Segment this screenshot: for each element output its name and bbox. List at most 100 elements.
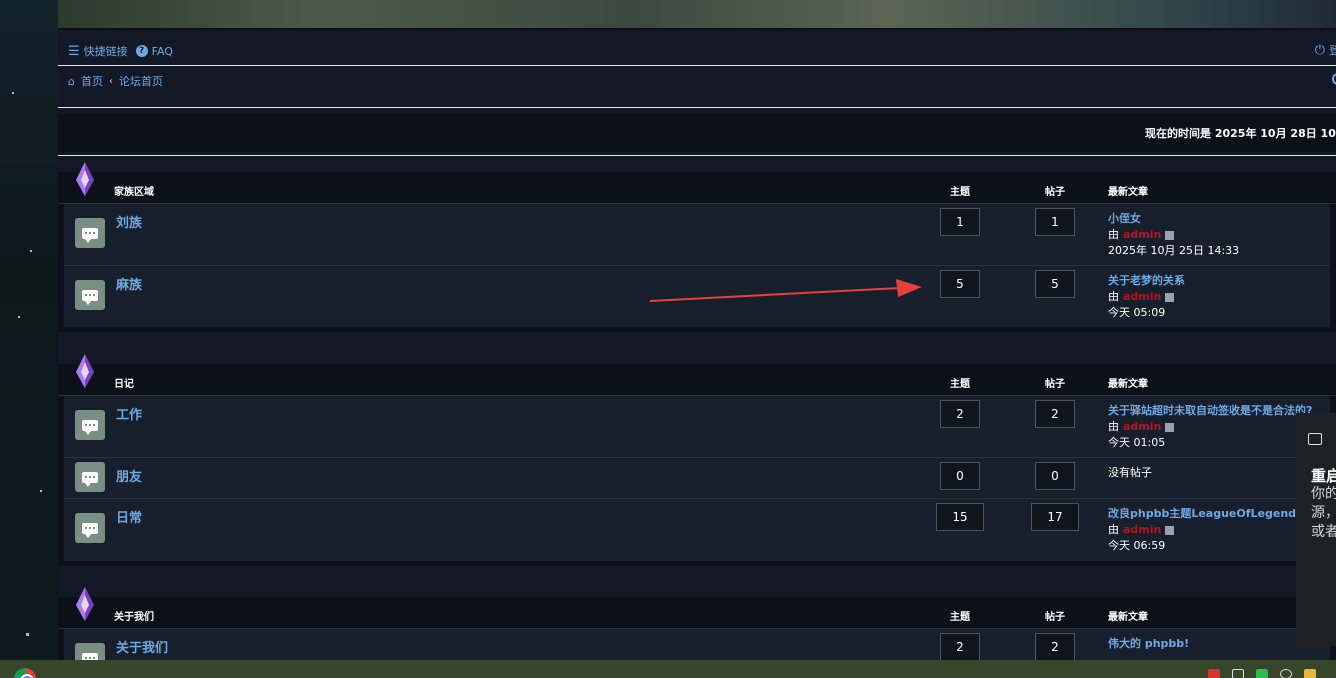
last-post-info: 关于驿站超时未取自动签收是不是合法的? 由 admin 今天 01:05 [1108,403,1312,451]
forum-row: 麻族 5 5 关于老梦的关系 由 admin 今天 05:09 [64,266,1330,327]
posts-header: 帖子 [1045,612,1065,623]
forum-read-icon [75,513,105,543]
by-label: 由 [1108,290,1119,303]
forum-title[interactable]: 工作 [116,404,142,423]
goto-post-icon[interactable] [1165,525,1175,535]
faq-link[interactable]: ? FAQ [135,45,173,58]
quick-links-menu[interactable]: ☰ 快捷链接 [68,43,128,59]
posts-count: 1 [1035,208,1075,236]
tray-globe-icon[interactable] [1280,669,1292,678]
tray-clipboard-icon[interactable] [1232,669,1244,678]
topics-count: 2 [940,633,980,660]
forum-list: 刘族 1 1 小侄女 由 admin 2025年 10月 25日 14:33 麻族… [64,204,1330,327]
restart-icon [1308,433,1322,445]
forum-title[interactable]: 朋友 [116,466,142,485]
last-post-time: 2025年 10月 25日 14:33 [1108,244,1240,257]
topics-header: 主题 [950,187,970,198]
notification-body: 你的 源， 或者 [1311,486,1336,540]
breadcrumb-home[interactable]: 首页 [81,73,103,89]
forum-read-icon [75,218,105,248]
last-post-info: 没有帖子 [1108,465,1298,481]
taskbar [0,660,1336,678]
last-post-title[interactable]: 关于老梦的关系 [1108,273,1298,289]
posts-count: 17 [1031,503,1079,531]
current-time-bar: 现在的时间是 2025年 10月 28日 10:5 [58,114,1336,152]
header-banner [58,0,1336,30]
forum-title[interactable]: 麻族 [116,274,142,293]
author-link[interactable]: admin [1123,290,1161,303]
crystal-icon [76,587,94,621]
tray-app-icon[interactable] [1208,669,1220,678]
navbar: ☰ 快捷链接 ? FAQ ⏻ 登 ⌂ 首页 ‹ 论坛首页 [58,30,1336,108]
section-title[interactable]: 日记 [114,375,134,390]
section-title[interactable]: 关于我们 [114,608,154,623]
forum-section-family: 家族区域 主题 帖子 最新文章 刘族 1 1 小侄女 由 admin 2025年 … [58,162,1336,332]
last-post-header: 最新文章 [1108,379,1148,390]
login-link[interactable]: ⏻ 登 [1315,42,1336,58]
goto-post-icon[interactable] [1165,292,1175,302]
last-post-title[interactable]: 小侄女 [1108,211,1298,227]
login-label: 登 [1329,44,1336,57]
goto-post-icon[interactable] [1165,230,1175,240]
last-post-header: 最新文章 [1108,612,1148,623]
last-post-info: 关于老梦的关系 由 admin 今天 05:09 [1108,273,1298,321]
topics-header: 主题 [950,612,970,623]
last-post-time: 今天 05:09 [1108,306,1166,319]
quick-links-label: 快捷链接 [83,45,128,58]
forum-read-icon [75,410,105,440]
forum-title[interactable]: 关于我们 [116,637,168,656]
forum-row: 关于我们 2 2 伟大的 phpbb! [64,629,1330,660]
forum-row: 日常 15 17 改良phpbb主题LeagueOfLegends 由 admin… [64,499,1330,561]
topics-header: 主题 [950,379,970,390]
author-link[interactable]: admin [1123,523,1161,536]
last-post-header: 最新文章 [1108,187,1148,198]
topics-count: 0 [940,462,980,490]
goto-post-icon[interactable] [1165,422,1175,432]
forum-title[interactable]: 日常 [116,507,142,526]
chrome-icon[interactable] [14,668,36,678]
topics-count: 2 [940,400,980,428]
forum-row: 工作 2 2 关于驿站超时未取自动签收是不是合法的? 由 admin 今天 01:… [64,396,1330,458]
crystal-icon [76,162,94,196]
by-label: 由 [1108,228,1119,241]
tray-wechat-icon[interactable] [1256,669,1268,678]
search-icon[interactable] [1332,73,1336,85]
by-label: 由 [1108,523,1119,536]
section-header: 日记 主题 帖子 最新文章 [58,354,1336,396]
author-link[interactable]: admin [1123,228,1161,241]
current-time-text: 现在的时间是 2025年 10月 28日 10:5 [1145,127,1336,140]
posts-header: 帖子 [1045,379,1065,390]
last-post-time: 今天 06:59 [1108,539,1166,552]
posts-count: 5 [1035,270,1075,298]
breadcrumb-forum-index[interactable]: 论坛首页 [119,73,163,89]
forum-read-icon [75,462,105,492]
section-header: 关于我们 主题 帖子 最新文章 [58,587,1336,629]
background-star [12,92,14,94]
home-icon: ⌂ [68,74,75,88]
forum-row: 朋友 0 0 没有帖子 [64,458,1330,499]
notification-title: 重启 [1311,467,1336,485]
last-post-title[interactable]: 伟大的 phpbb! [1108,636,1298,652]
notification-popup[interactable]: 重启 你的 源， 或者 [1296,413,1336,646]
question-icon: ? [135,45,148,57]
posts-count: 2 [1035,633,1075,660]
divider [58,155,1336,156]
background-star [40,490,42,492]
last-post-info: 小侄女 由 admin 2025年 10月 25日 14:33 [1108,211,1298,259]
author-link[interactable]: admin [1123,420,1161,433]
forum-section-about: 关于我们 主题 帖子 最新文章 关于我们 2 2 伟大的 phpbb! [58,587,1336,660]
section-title[interactable]: 家族区域 [114,183,154,198]
forum-list: 关于我们 2 2 伟大的 phpbb! [64,629,1330,660]
topics-count: 1 [940,208,980,236]
divider [58,65,1336,66]
forum-section-diary: 日记 主题 帖子 最新文章 工作 2 2 关于驿站超时未取自动签收是不是合法的?… [58,354,1336,566]
background-star [18,316,20,318]
hamburger-icon: ☰ [68,43,80,59]
last-post-time: 今天 01:05 [1108,436,1166,449]
forum-title[interactable]: 刘族 [116,212,142,231]
last-post-title[interactable]: 改良phpbb主题LeagueOfLegends [1108,506,1303,522]
last-post-title[interactable]: 关于驿站超时未取自动签收是不是合法的? [1108,403,1312,419]
tray-notify-icon[interactable] [1304,669,1316,678]
posts-header: 帖子 [1045,187,1065,198]
no-posts-text: 没有帖子 [1108,466,1152,479]
